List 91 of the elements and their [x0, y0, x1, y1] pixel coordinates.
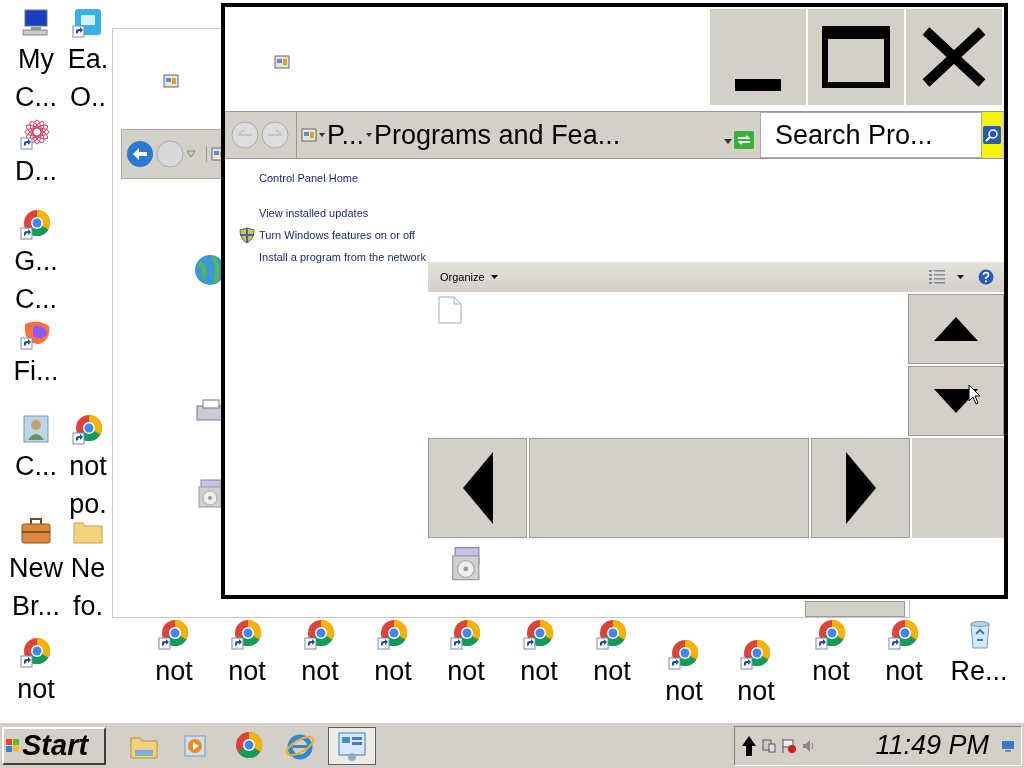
icon-label: not [301, 655, 339, 688]
icon-label: not [665, 675, 703, 708]
icon-label: Br... [12, 590, 60, 623]
chrome-icon[interactable] [230, 618, 264, 650]
icon-label: not [17, 673, 55, 706]
flower-icon[interactable] [19, 118, 53, 150]
icon-label: not [520, 655, 558, 688]
task-link[interactable]: Control Panel Home [259, 171, 359, 186]
show-desktop-icon[interactable] [1001, 739, 1015, 752]
icon-label: not [737, 675, 775, 708]
briefcase-icon[interactable] [19, 515, 53, 547]
icon-label: not [374, 655, 412, 688]
chrome-icon[interactable] [19, 636, 53, 668]
mouse-cursor-icon [968, 384, 982, 406]
shield-icon [239, 227, 255, 244]
up-arrow-icon [934, 317, 978, 341]
chrome-icon[interactable] [667, 638, 701, 670]
chrome-icon[interactable] [303, 618, 337, 650]
close-icon [921, 26, 987, 88]
chrome-icon[interactable] [814, 618, 848, 650]
control-panel-icon [336, 729, 368, 762]
dropdown-icon[interactable] [724, 138, 732, 144]
search-field[interactable]: Search Pro... [760, 112, 982, 158]
up-arrow-icon[interactable] [741, 734, 757, 757]
task-link[interactable]: Turn Windows features on or off [259, 228, 415, 243]
icon-label: My [18, 43, 54, 76]
address-bar[interactable]: P... Programs and Fea... [299, 112, 758, 158]
help-icon[interactable] [978, 269, 994, 285]
chrome-icon[interactable] [522, 618, 556, 650]
view-list-icon[interactable] [929, 270, 945, 284]
task-link[interactable]: View installed updates [259, 206, 369, 221]
down-arrow-icon [934, 389, 978, 413]
scroll-track[interactable] [529, 438, 809, 538]
icon-label: Ne [70, 552, 106, 585]
icon-label: Fi... [13, 355, 59, 388]
control-panel-icon [301, 127, 317, 143]
clock[interactable]: 11:49 PM [875, 732, 989, 759]
search-button[interactable] [982, 112, 1002, 158]
organize-button[interactable]: Organize [440, 268, 498, 286]
chrome-icon[interactable] [376, 618, 410, 650]
chrome-icon[interactable] [19, 208, 53, 240]
icon-label: New [9, 552, 63, 585]
icon-label: Re... [950, 655, 1008, 688]
icon-label: fo. [73, 590, 103, 623]
icon-label: C... [15, 81, 57, 114]
scroll-down-button[interactable] [908, 366, 1004, 436]
icon-label: D... [15, 155, 57, 188]
start-button[interactable]: Start [2, 726, 106, 765]
control-panel-icon [274, 54, 290, 70]
icon-label: O.. [70, 81, 106, 114]
icon-label: not [593, 655, 631, 688]
chrome-icon[interactable] [739, 638, 773, 670]
chrome-icon[interactable] [157, 618, 191, 650]
file-icon [438, 296, 462, 324]
caret-icon[interactable] [957, 275, 964, 279]
chrome-icon[interactable] [71, 413, 105, 445]
back-button[interactable] [126, 140, 154, 168]
icon-label: not [885, 655, 923, 688]
scroll-up-button[interactable] [908, 294, 1004, 364]
chrome-icon[interactable] [887, 618, 921, 650]
right-arrow-icon [845, 452, 876, 524]
windows-logo-icon [6, 738, 20, 753]
icon-label: C... [15, 450, 57, 483]
icon-label: Ea. [67, 43, 109, 76]
icon-label: G... [14, 245, 58, 278]
icon-label: not [155, 655, 193, 688]
icon-label: not [69, 450, 107, 483]
taskbar-button[interactable] [328, 726, 376, 765]
maximize-button[interactable] [808, 9, 904, 105]
caret-icon [366, 133, 373, 137]
task-link[interactable]: Install a program from the network [259, 250, 426, 265]
scroll-left-button[interactable] [428, 438, 527, 538]
scroll-right-button[interactable] [811, 438, 910, 538]
minimize-icon [735, 79, 781, 91]
left-arrow-icon [462, 452, 493, 524]
caret-icon [319, 133, 325, 137]
chrome-icon[interactable] [449, 618, 483, 650]
search-icon [983, 126, 1001, 144]
maximize-icon [822, 26, 890, 88]
chrome-icon[interactable] [595, 618, 629, 650]
breadcrumb[interactable]: Programs and Fea... [366, 121, 621, 149]
caret-icon [490, 275, 498, 279]
icon-label: not [228, 655, 266, 688]
close-button[interactable] [906, 9, 1002, 105]
minimize-button[interactable] [710, 9, 806, 105]
icon-label: C... [15, 283, 57, 316]
icon-label: not [447, 655, 485, 688]
breadcrumb[interactable]: P... [319, 121, 365, 149]
icon-label: not [812, 655, 850, 688]
icon-label: po. [69, 488, 107, 521]
flag-icon[interactable] [781, 737, 797, 754]
